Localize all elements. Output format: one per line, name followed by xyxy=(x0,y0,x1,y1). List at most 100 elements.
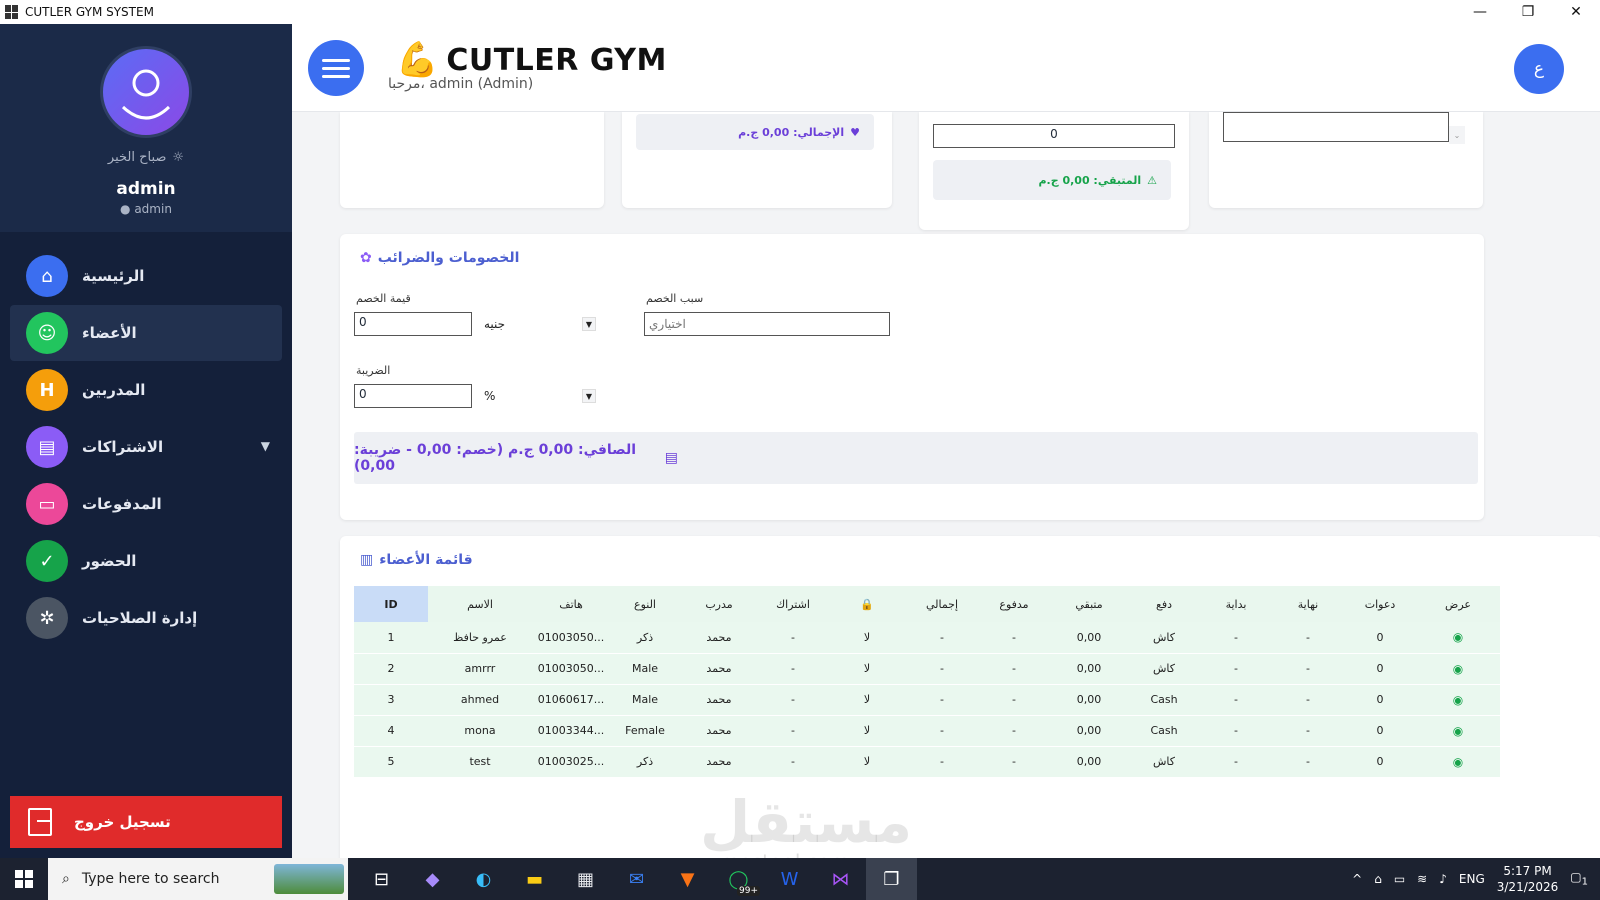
language-button[interactable]: ع xyxy=(1514,44,1564,94)
taskbar-apps: ⊟ ◆ ◐ ▬ ▦ ✉ ▼ ◯ 99+ W ⋈ ❐ xyxy=(356,858,917,900)
window-titlebar: CUTLER GYM SYSTEM — ❐ ✕ xyxy=(0,0,1600,24)
sidebar-item-permissions[interactable]: ✲ إدارة الصلاحيات xyxy=(10,590,282,646)
outlook-icon[interactable]: ✉ xyxy=(611,858,662,900)
brave-icon[interactable]: ▼ xyxy=(662,858,713,900)
discount-reason-input[interactable] xyxy=(644,312,890,336)
edge-icon[interactable]: ◐ xyxy=(458,858,509,900)
cell-gender: ذكر xyxy=(610,746,680,778)
whatsapp-badge: 99+ xyxy=(737,886,760,896)
battery-icon[interactable]: ▭ xyxy=(1394,872,1405,886)
volume-icon[interactable]: ♪ xyxy=(1439,872,1447,886)
table-row[interactable]: 1 عمرو حافظ 01003050... ذكر محمد - لا - … xyxy=(354,622,1500,654)
table-row[interactable]: 2 amrrr 01003050... Male محمد - لا - - 0… xyxy=(354,653,1500,685)
copilot-icon[interactable]: ◆ xyxy=(407,858,458,900)
cell-paid: - xyxy=(978,746,1050,778)
col-phone[interactable]: هاتف xyxy=(532,586,610,622)
cell-name: ahmed xyxy=(428,684,532,716)
store-icon[interactable]: ▦ xyxy=(560,858,611,900)
discount-reason-label: سبب الخصم xyxy=(646,292,704,305)
clock[interactable]: 5:17 PM 3/21/2026 xyxy=(1497,863,1559,895)
discounts-card: ✿ الخصومات والضرائب قيمة الخصم 0 جنيه ▼ … xyxy=(340,234,1484,520)
col-view[interactable]: عرض xyxy=(1416,586,1500,622)
col-subscription[interactable]: اشتراك xyxy=(758,586,828,622)
tax-unit-select[interactable]: % ▼ xyxy=(484,384,596,408)
file-explorer-icon[interactable]: ▬ xyxy=(509,858,560,900)
menu-button[interactable] xyxy=(308,40,364,96)
avatar[interactable] xyxy=(100,46,192,138)
cell-name: عمرو حافظ xyxy=(428,622,532,654)
notifications-icon[interactable]: ▢1 xyxy=(1570,870,1588,887)
col-id[interactable]: ID xyxy=(354,586,428,622)
col-invites[interactable]: دعوات xyxy=(1344,586,1416,622)
restore-button[interactable]: ❐ xyxy=(1504,0,1552,24)
watermark: مستقل xyxy=(700,788,913,856)
paid-amount-input[interactable]: 0 xyxy=(933,124,1175,148)
cell-trainer: محمد xyxy=(680,622,758,654)
payment-select[interactable] xyxy=(1223,112,1449,142)
col-trainer[interactable]: مدرب xyxy=(680,586,758,622)
close-button[interactable]: ✕ xyxy=(1552,0,1600,24)
search-highlight-image xyxy=(274,864,344,894)
eye-icon[interactable]: ◉ xyxy=(1416,622,1500,654)
gym-app-taskbar-icon[interactable]: ❐ xyxy=(866,858,917,900)
cell-payment: كاش xyxy=(1128,746,1200,778)
network-icon[interactable]: ⌂ xyxy=(1374,872,1382,886)
visual-studio-icon[interactable]: ⋈ xyxy=(815,858,866,900)
warning-icon: ⚠ xyxy=(1147,173,1157,187)
col-end[interactable]: نهاية xyxy=(1272,586,1344,622)
cell-remaining: 0,00 xyxy=(1050,715,1128,747)
greeting-text: صباح الخير xyxy=(107,150,167,165)
whatsapp-icon[interactable]: ◯ 99+ xyxy=(713,858,764,900)
cell-gender: Male xyxy=(610,653,680,685)
members-icon: ☺ xyxy=(26,312,68,354)
greeting: صباح الخير ☼ xyxy=(0,150,292,165)
chevron-down-icon[interactable]: ▼ xyxy=(261,439,270,453)
eye-icon[interactable]: ◉ xyxy=(1416,746,1500,778)
remaining-box: المتبقي: 0,00 ج.م ⚠ xyxy=(933,160,1171,200)
cell-start: - xyxy=(1200,622,1272,654)
sidebar-item-members[interactable]: ☺ الأعضاء xyxy=(10,305,282,361)
task-view-icon[interactable]: ⊟ xyxy=(356,858,407,900)
cell-paid: - xyxy=(978,622,1050,654)
discount-unit-select[interactable]: جنيه ▼ xyxy=(484,312,596,336)
col-start[interactable]: بداية xyxy=(1200,586,1272,622)
sidebar-item-subscriptions[interactable]: ▤ الاشتراكات ▼ xyxy=(10,419,282,475)
table-row[interactable]: 3 ahmed 01060617... Male محمد - لا - - 0… xyxy=(354,684,1500,716)
cell-gender: ذكر xyxy=(610,622,680,654)
col-lock[interactable]: 🔒 xyxy=(828,586,906,622)
logout-button[interactable]: تسجيل خروج xyxy=(10,796,282,848)
eye-icon[interactable]: ◉ xyxy=(1416,715,1500,747)
col-gender[interactable]: النوع xyxy=(610,586,680,622)
input-language[interactable]: ENG xyxy=(1459,872,1485,886)
sidebar: صباح الخير ☼ admin ● admin ⌂ الرئيسية ☺ … xyxy=(0,24,292,858)
taskbar-search[interactable]: ⌕ Type here to search xyxy=(48,858,348,900)
col-remaining[interactable]: متبقي xyxy=(1050,586,1128,622)
eye-icon[interactable]: ◉ xyxy=(1416,684,1500,716)
chevron-down-icon[interactable]: ⌄ xyxy=(1449,126,1465,144)
sidebar-item-trainers[interactable]: H المدربين xyxy=(10,362,282,418)
sidebar-item-home[interactable]: ⌂ الرئيسية xyxy=(10,248,282,304)
minimize-button[interactable]: — xyxy=(1456,0,1504,24)
search-icon: ⌕ xyxy=(62,871,70,887)
table-row[interactable]: 4 mona 01003344... Female محمد - لا - - … xyxy=(354,715,1500,747)
window-controls: — ❐ ✕ xyxy=(1456,0,1600,24)
cell-start: - xyxy=(1200,746,1272,778)
table-row[interactable]: 5 test 01003025... ذكر محمد - لا - - 0,0… xyxy=(354,746,1500,778)
start-button[interactable] xyxy=(0,858,48,900)
col-payment[interactable]: دفع xyxy=(1128,586,1200,622)
total-text: الإجمالي: 0,00 ج.م xyxy=(738,125,845,139)
col-paid[interactable]: مدفوع xyxy=(978,586,1050,622)
cell-id: 4 xyxy=(354,715,428,747)
col-name[interactable]: الاسم xyxy=(428,586,532,622)
sidebar-item-attendance[interactable]: ✓ الحضور xyxy=(10,533,282,589)
wifi-icon[interactable]: ≋ xyxy=(1417,872,1427,886)
taskbar: ⌕ Type here to search ⊟ ◆ ◐ ▬ ▦ ✉ ▼ ◯ 99+… xyxy=(0,858,1600,900)
chevron-up-icon[interactable]: ^ xyxy=(1352,872,1362,886)
lock-icon: 🔒 xyxy=(860,597,874,611)
word-icon[interactable]: W xyxy=(764,858,815,900)
tax-input[interactable]: 0 xyxy=(354,384,472,408)
sidebar-item-payments[interactable]: ▭ المدفوعات xyxy=(10,476,282,532)
discount-value-input[interactable]: 0 xyxy=(354,312,472,336)
eye-icon[interactable]: ◉ xyxy=(1416,653,1500,685)
col-total[interactable]: إجمالي xyxy=(906,586,978,622)
